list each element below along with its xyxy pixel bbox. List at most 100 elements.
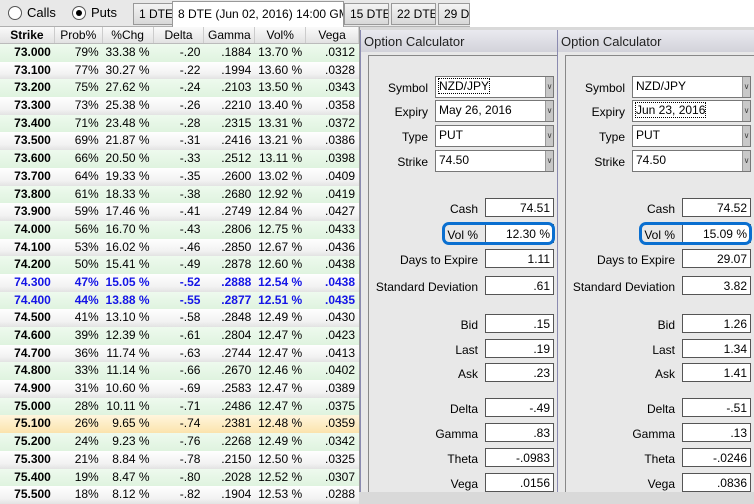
cell-delta: -.33 <box>179 151 201 166</box>
table-row[interactable]: 73.900 59% 17.46 % -.41 .2749 12.84 % .0427 <box>0 203 359 221</box>
cell-probpct: 21% <box>74 451 99 466</box>
cash-field[interactable]: 74.52 <box>682 198 751 217</box>
cell-pctchg: 23.48 % <box>105 115 150 130</box>
toolbar-blank <box>470 0 754 27</box>
type-label: Type <box>598 130 625 144</box>
cell-gamma: .2103 <box>221 80 252 95</box>
cell-pctchg: 9.65 % <box>112 416 150 431</box>
table-row[interactable]: 75.000 28% 10.11 % -.71 .2486 12.47 % .0375 <box>0 397 359 416</box>
last-field[interactable]: 1.34 <box>682 339 751 358</box>
cell-probpct: 24% <box>74 434 99 449</box>
strike-label: Strike <box>594 155 625 169</box>
table-row[interactable]: 73.000 79% 33.38 % -.20 .1884 13.70 % .0312 <box>0 44 359 62</box>
column-header-gamma[interactable]: Gamma <box>204 27 256 43</box>
expiry-label: Expiry <box>591 105 625 119</box>
tab-8-dte[interactable]: 8 DTE (Jun 02, 2016) 14:00 GMT <box>172 1 344 27</box>
table-row[interactable]: 75.500 18% 8.12 % -.82 .1904 12.53 % .0288 <box>0 486 359 504</box>
table-row[interactable]: 73.500 69% 21.87 % -.31.2416 13.21 % .0386 <box>0 132 359 151</box>
column-header-probpct[interactable]: Prob% <box>55 27 103 43</box>
cell-volpct: 12.49 % <box>258 310 303 325</box>
gamma-label: Gamma <box>435 427 478 441</box>
calls-radio[interactable]: Calls <box>8 5 56 20</box>
tab-29-dte[interactable]: 29 DTE <box>438 3 470 25</box>
cell-delta: -.22 <box>179 62 201 77</box>
table-row[interactable]: 74.900 31% 10.60 % -.69 .2583 12.47 % .0389 <box>0 380 359 398</box>
column-header-strike[interactable]: Strike <box>0 27 55 43</box>
tab-15-dte[interactable]: 15 DTE <box>344 3 389 25</box>
cell-strike: 74.200 <box>14 257 51 272</box>
column-header-delta[interactable]: Delta <box>154 27 205 43</box>
theta-field[interactable]: -.0983 <box>485 448 554 467</box>
vega-field[interactable]: .0156 <box>485 473 554 492</box>
cell-strike: 74.600 <box>14 328 51 342</box>
table-row[interactable]: 75.300 21% 8.84 % -.78 .2150 12.50 % .0325 <box>0 450 359 469</box>
table-row[interactable]: 75.200 24% 9.23 % -.76 .2268 12.49 % .0342 <box>0 433 359 451</box>
table-row[interactable]: 74.600 39% 12.39 % -.61 .2804 12.47 % .0423 <box>0 327 359 345</box>
cell-pctchg: 13.10 % <box>105 310 150 325</box>
symbol-select[interactable]: NZD/JPY ∨ <box>632 76 751 98</box>
table-row[interactable]: 73.300 73% 25.38 % -.26.2210 13.40 % .0358 <box>0 97 359 115</box>
type-select[interactable]: PUT ∨ <box>632 125 751 147</box>
table-row[interactable]: 74.000 56% 16.70 % -.43 .2806 12.75 % .0433 <box>0 220 359 239</box>
strike-select[interactable]: 74.50 ∨ <box>632 150 751 172</box>
puts-radio[interactable]: Puts <box>72 5 117 20</box>
cell-delta: -.55 <box>179 292 201 307</box>
table-row[interactable]: 74.800 33% 11.14 % -.66 .2670 12.46 % .0402 <box>0 362 359 381</box>
table-row[interactable]: 75.100 26% 9.65 % -.74 .2381 12.48 % .0359 <box>0 415 359 434</box>
cell-probpct: 79% <box>74 45 99 59</box>
cash-field[interactable]: 74.51 <box>485 198 554 217</box>
bid-field[interactable]: 1.26 <box>682 314 751 333</box>
table-row[interactable]: 74.500 41% 13.10 % -.58 .2848 12.49 % .0430 <box>0 309 359 327</box>
days-field[interactable]: 1.11 <box>485 249 554 268</box>
table-row[interactable]: 73.200 75% 27.62 % -.24.2103 13.50 % .0343 <box>0 79 359 98</box>
column-header-pctchg[interactable]: %Chg <box>103 27 154 43</box>
delta-field[interactable]: -.49 <box>485 398 554 417</box>
table-row[interactable]: 74.300 47% 15.05 % -.52 .2888 12.54 % .0438 <box>0 273 359 292</box>
table-row[interactable]: 73.700 64% 19.33 % -.35 .2600 13.02 % .0409 <box>0 167 359 186</box>
table-row[interactable]: 74.700 36% 11.74 % -.63 .2744 12.47 % .0413 <box>0 344 359 363</box>
tab-1-dte[interactable]: 1 DTE <box>133 3 173 25</box>
cell-strike: 75.200 <box>14 434 51 449</box>
cell-volpct: 13.70 % <box>258 45 303 59</box>
table-row[interactable]: 74.100 53% 16.02 % -.46 .2850 12.67 % .0436 <box>0 238 359 257</box>
table-row[interactable]: 75.400 19% 8.47 % -.80 .2028 12.52 % .0307 <box>0 468 359 487</box>
column-header-vega[interactable]: Vega <box>306 27 359 43</box>
theta-field[interactable]: -.0246 <box>682 448 751 467</box>
option-calculator-2: Option Calculator Symbol NZD/JPY ∨ Expiry Jun… <box>557 30 754 492</box>
std-field[interactable]: .61 <box>485 276 554 295</box>
table-row[interactable]: 74.400 44% 13.88 % -.55 .2877 12.51 % .0435 <box>0 291 359 310</box>
cell-probpct: 47% <box>74 274 99 289</box>
ask-label: Ask <box>457 367 478 381</box>
cell-probpct: 75% <box>74 80 99 95</box>
table-row[interactable]: 73.800 61% 18.33 % -.38 .2680 12.92 % .0419 <box>0 185 359 204</box>
cell-gamma: .2749 <box>221 204 252 219</box>
table-row[interactable]: 73.100 77% 30.27 % -.22 .1994 13.60 % .0328 <box>0 61 359 80</box>
cell-probpct: 61% <box>74 186 99 201</box>
ask-field[interactable]: .23 <box>485 363 554 382</box>
cell-vega: .0438 <box>324 274 356 289</box>
gamma-field[interactable]: .13 <box>682 423 751 442</box>
table-header: Strike Prob% %Chg Delta Gamma Vol% Vega <box>0 27 359 44</box>
gamma-field[interactable]: .83 <box>485 423 554 442</box>
tab-22-dte[interactable]: 22 DTE <box>391 3 436 25</box>
std-field[interactable]: 3.82 <box>682 276 751 295</box>
cell-vega: .0435 <box>324 292 356 307</box>
cell-gamma: .2806 <box>221 221 252 236</box>
column-header-volpct[interactable]: Vol% <box>255 27 307 43</box>
delta-field[interactable]: -.51 <box>682 398 751 417</box>
table-row[interactable]: 73.600 66% 20.50 % -.33.2512 13.11 % .0398 <box>0 150 359 168</box>
cell-probpct: 36% <box>74 345 99 360</box>
vega-field[interactable]: .0836 <box>682 473 751 492</box>
table-row[interactable]: 74.200 50% 15.41 % -.49 .2878 12.60 % .0438 <box>0 256 359 274</box>
cell-strike: 75.500 <box>14 487 51 502</box>
ask-field[interactable]: 1.41 <box>682 363 751 382</box>
cell-delta: -.46 <box>179 239 201 254</box>
last-field[interactable]: .19 <box>485 339 554 358</box>
cell-volpct: 12.75 % <box>258 221 303 236</box>
expiry-select[interactable]: Jun 23, 2016 ∨ <box>632 100 751 122</box>
cell-pctchg: 8.12 % <box>112 487 150 502</box>
table-row[interactable]: 73.400 71% 23.48 % -.28.2315 13.31 % .0372 <box>0 114 359 133</box>
bid-field[interactable]: .15 <box>485 314 554 333</box>
cell-probpct: 31% <box>74 381 99 396</box>
days-field[interactable]: 29.07 <box>682 249 751 268</box>
